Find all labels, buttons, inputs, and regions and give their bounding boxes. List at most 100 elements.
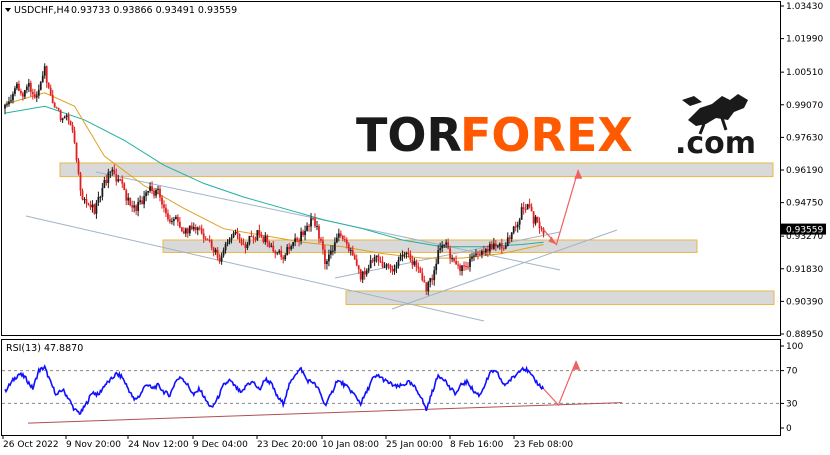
candle-body [135,205,138,211]
candle-body [512,226,515,233]
price-tick-label: 1.03430 [786,2,823,12]
candle-body [111,169,114,172]
candle-body [341,235,344,240]
candle-body [439,248,442,251]
candle-body [445,242,448,245]
candle-body [492,243,495,249]
candle-body [409,253,412,260]
candle-body [463,265,465,267]
candle-body [139,200,142,203]
candle-body [125,190,128,201]
candle-body [500,243,503,249]
candle-body [479,254,481,256]
candle-body [483,250,485,253]
candle-body [282,256,285,260]
zone-resistance [59,162,774,178]
candle-body [522,207,525,209]
candle-body [208,239,211,241]
logo-part-com: .com [675,126,756,161]
candle-body [200,228,203,234]
candle-body [83,199,86,201]
price-tick-label: 0.96190 [786,166,823,176]
candle-body [113,169,116,175]
candle-body [359,269,362,280]
candle-body [413,261,416,265]
candle-body [328,254,330,262]
candle-body [270,245,273,247]
candle-body [280,250,283,257]
candle-body [268,242,271,247]
candle-body [147,190,149,193]
candle-body [399,256,402,261]
candle-body [361,271,364,280]
candle-body [363,271,366,275]
candle-body [469,258,471,268]
candle-body [405,252,408,255]
candle-body [133,205,136,208]
candle-body [516,224,519,228]
candle-body [167,213,169,220]
candle-body [55,107,58,109]
chart-header: USDCHF,H4 0.93733 0.93866 0.93491 0.9355… [5,5,237,16]
time-tick-label: 25 Jan 00:00 [386,440,443,450]
candle-body [109,171,112,173]
candle-body [14,88,16,94]
rsi-tick-label: 70 [786,367,798,377]
price-tick-label: 0.94750 [786,199,823,209]
candle-body [284,255,287,260]
candle-body [254,238,257,240]
candle-body [331,250,334,252]
candle-body [343,239,346,241]
candle-body [536,216,539,222]
candle-body [41,75,44,83]
candle-body [290,246,293,250]
candle-body [288,247,291,250]
candle-body [95,202,98,214]
candle-body [477,253,479,255]
logo-part-tor: TOR [356,108,462,162]
candle-body [302,231,304,236]
candle-body [494,243,497,247]
candle-body [453,258,456,261]
candle-body [176,216,179,222]
candle-body [498,243,501,247]
candle-body [228,239,231,243]
rsi-label: RSI(13) 47.8870 [6,343,83,354]
candle-body [238,233,241,240]
candle-body [115,174,118,182]
candle-body [530,206,533,212]
candle-body [188,225,191,234]
candle-body [159,188,161,198]
candle-body [262,237,265,242]
time-tick-label: 9 Dec 04:00 [193,440,248,450]
price-tick-label: 1.01990 [786,35,823,45]
price-tick-label: 0.91830 [786,265,823,275]
candle-body [129,197,132,206]
candle-body [379,261,382,263]
candle-body [357,265,360,270]
candle-body [244,244,247,249]
candle-body [220,255,223,262]
candle-body [292,242,295,247]
time-axis: 26 Oct 2022 9 Nov 20:00 24 Nov 12:00 9 Dec … [2,435,573,450]
candle-body [171,221,173,223]
candle-body [397,260,400,267]
candle-body [484,248,487,253]
candle-body [216,249,219,258]
candle-body [266,235,269,243]
candle-body [427,282,430,292]
candle-body [47,82,50,88]
candle-body [510,232,513,239]
candle-body [411,259,414,265]
candle-body [367,268,370,271]
candle-body [77,160,80,174]
candle-body [431,278,434,281]
candle-body [63,116,66,119]
symbol-label: USDCHF,H4 [14,5,70,16]
candle-body [459,265,461,272]
candle-body [25,86,28,90]
candle-body [375,255,378,258]
candle-body [178,221,181,228]
candle-body [186,228,189,234]
candle-body [308,225,310,227]
